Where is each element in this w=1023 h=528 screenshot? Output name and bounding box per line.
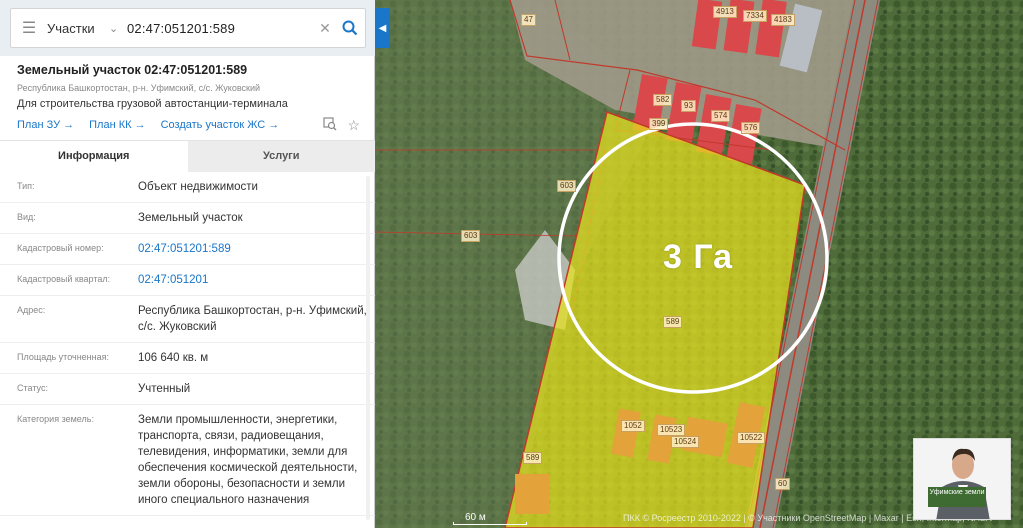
info-row-area: Площадь уточненная: 106 640 кв. м bbox=[0, 343, 375, 374]
object-purpose: Для строительства грузовой автостанции-т… bbox=[17, 98, 288, 110]
plot-label: 4183 bbox=[771, 14, 795, 26]
badge-logo: Уфимские земли bbox=[928, 487, 986, 507]
info-list: Тип: Объект недвижимости Вид: Земельный … bbox=[0, 172, 375, 516]
search-bar: ☰ Участки ⌄ 02:47:051201:589 ✕ bbox=[10, 8, 366, 48]
plot-label: 7334 bbox=[743, 10, 767, 22]
info-panel: ☰ Участки ⌄ 02:47:051201:589 ✕ Земельный… bbox=[0, 0, 375, 528]
info-label: Категория земель: bbox=[17, 414, 94, 424]
info-row-status: Статус: Учтенный bbox=[0, 374, 375, 405]
tab-info[interactable]: Информация bbox=[0, 141, 188, 172]
search-on-map-icon[interactable] bbox=[323, 117, 337, 134]
menu-icon[interactable]: ☰ bbox=[11, 9, 47, 47]
plot-label: 10524 bbox=[671, 436, 700, 448]
plot-label: 582 bbox=[653, 94, 673, 106]
plot-label: 574 bbox=[711, 110, 731, 122]
plot-label: 603 bbox=[461, 230, 481, 242]
chevron-down-icon[interactable]: ⌄ bbox=[109, 22, 127, 35]
object-subtitle: Республика Башкортостан, р-н. Уфимский, … bbox=[17, 83, 260, 93]
info-value: 106 640 кв. м bbox=[138, 352, 209, 364]
object-title: Земельный участок 02:47:051201:589 bbox=[17, 63, 248, 77]
info-value: Объект недвижимости bbox=[138, 181, 258, 193]
info-label: Площадь уточненная: bbox=[17, 352, 109, 362]
plan-zu-link[interactable]: План ЗУ → bbox=[17, 119, 74, 131]
info-value: Земельный участок bbox=[138, 212, 243, 224]
map-view[interactable]: 603 603 399 589 589 60 47 582 93 574 576… bbox=[375, 0, 1023, 528]
scale-bar bbox=[453, 522, 527, 525]
cadastral-number-link[interactable]: 02:47:051201:589 bbox=[138, 241, 368, 257]
close-icon[interactable]: ✕ bbox=[315, 20, 335, 37]
info-label: Адрес: bbox=[17, 305, 46, 315]
search-icon[interactable] bbox=[335, 9, 365, 47]
action-icons: ☆ bbox=[323, 117, 360, 134]
info-label: Кадастровый номер: bbox=[17, 243, 104, 253]
info-row-cadastral-quarter: Кадастровый квартал: 02:47:051201 bbox=[0, 265, 375, 296]
plot-label: 60 bbox=[775, 478, 790, 490]
info-row-land-category: Категория земель: Земли промышленности, … bbox=[0, 405, 375, 516]
info-label: Тип: bbox=[17, 181, 35, 191]
plot-label: 589 bbox=[663, 316, 683, 328]
plot-label: 93 bbox=[681, 100, 696, 112]
info-label: Кадастровый квартал: bbox=[17, 274, 111, 284]
info-value: Учтенный bbox=[138, 383, 191, 395]
star-icon[interactable]: ☆ bbox=[347, 117, 360, 134]
tab-bar: Информация Услуги bbox=[0, 140, 375, 172]
cadastral-quarter-link[interactable]: 02:47:051201 bbox=[138, 272, 368, 288]
plot-label: 603 bbox=[557, 180, 577, 192]
plot-label: 10522 bbox=[737, 432, 766, 444]
info-row-cadastral-number: Кадастровый номер: 02:47:051201:589 bbox=[0, 234, 375, 265]
info-row-address: Адрес: Республика Башкортостан, р-н. Уфи… bbox=[0, 296, 375, 343]
plot-label: 10523 bbox=[657, 424, 686, 436]
plot-label: 576 bbox=[741, 122, 761, 134]
search-input[interactable]: 02:47:051201:589 bbox=[127, 21, 315, 36]
plot-label: 589 bbox=[523, 452, 543, 464]
plan-kk-link[interactable]: План КК → bbox=[89, 119, 145, 131]
person-photo bbox=[914, 439, 1010, 519]
create-plot-link[interactable]: Создать участок ЖС → bbox=[161, 119, 280, 131]
info-row-kind: Вид: Земельный участок bbox=[0, 203, 375, 234]
panel-scrollbar[interactable] bbox=[366, 176, 370, 520]
search-category[interactable]: Участки bbox=[47, 21, 109, 36]
info-value: Республика Башкортостан, р-н. Уфимский, … bbox=[138, 305, 367, 333]
area-annotation: 3 Га bbox=[663, 238, 734, 276]
action-links: План ЗУ → План КК → Создать участок ЖС → bbox=[17, 119, 279, 131]
plot-label: 47 bbox=[521, 14, 536, 26]
info-label: Статус: bbox=[17, 383, 48, 393]
info-label: Вид: bbox=[17, 212, 36, 222]
plot-label: 4913 bbox=[713, 6, 737, 18]
chevron-left-icon: ◀ bbox=[378, 22, 387, 34]
info-row-type: Тип: Объект недвижимости bbox=[0, 172, 375, 203]
tab-services[interactable]: Услуги bbox=[187, 141, 375, 172]
plot-label: 1052 bbox=[621, 420, 645, 432]
info-value: Земли промышленности, энергетики, трансп… bbox=[138, 414, 358, 506]
collapse-panel-button[interactable]: ◀ bbox=[375, 8, 390, 48]
plot-label: 399 bbox=[649, 118, 669, 130]
advertiser-badge: Уфимские земли bbox=[913, 438, 1011, 520]
